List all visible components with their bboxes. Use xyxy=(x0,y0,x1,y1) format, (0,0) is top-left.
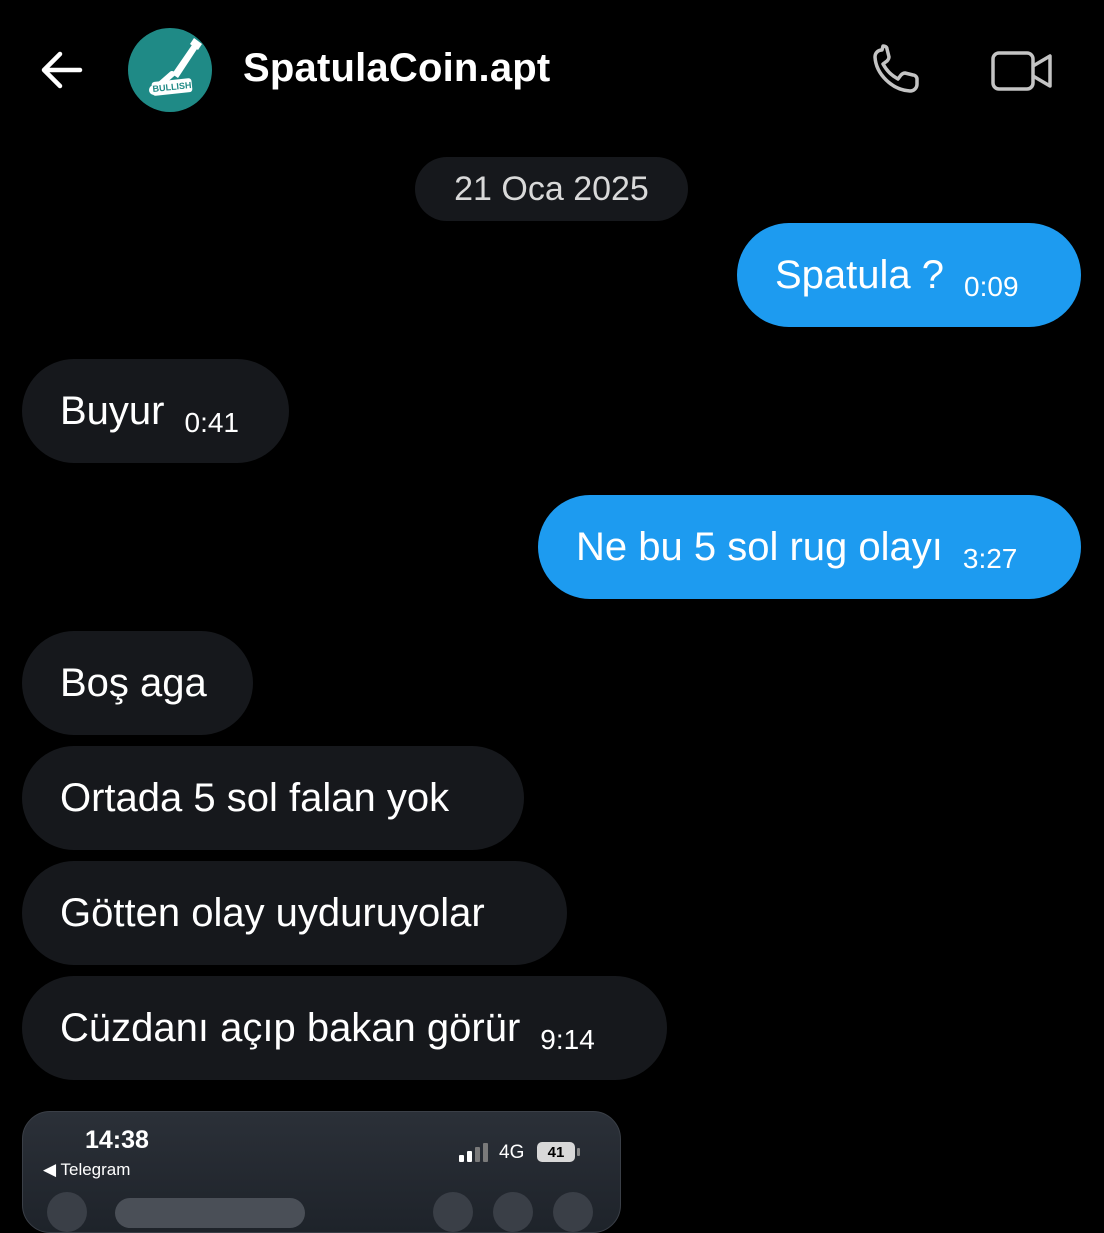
message-text: Buyur xyxy=(60,388,165,433)
back-arrow-icon[interactable] xyxy=(36,46,88,94)
message-text: Ne bu 5 sol rug olayı xyxy=(576,524,943,569)
message-text: Cüzdanı açıp bakan görür xyxy=(60,1005,521,1050)
message-text: Ortada 5 sol falan yok xyxy=(60,775,450,820)
battery-nub xyxy=(577,1148,580,1156)
video-call-icon[interactable] xyxy=(990,48,1054,94)
message-bubble-sent[interactable]: Ne bu 5 sol rug olayı 3:27 xyxy=(538,495,1081,599)
preview-status-time: 14:38 xyxy=(85,1126,149,1154)
preview-title-placeholder xyxy=(115,1198,305,1228)
preview-avatar-placeholder xyxy=(47,1192,87,1232)
message-bubble-received[interactable]: Boş aga xyxy=(22,631,253,735)
message-time: 9:14 xyxy=(540,1024,595,1055)
date-separator: 21 Oca 2025 xyxy=(415,157,688,221)
message-time: 0:09 xyxy=(964,271,1019,302)
phone-call-icon[interactable] xyxy=(870,44,926,96)
preview-action-placeholder xyxy=(493,1192,533,1232)
signal-bars-icon xyxy=(459,1142,491,1167)
chat-title[interactable]: SpatulaCoin.apt xyxy=(243,46,550,91)
message-text: Götten olay uyduruyolar xyxy=(60,890,485,935)
preview-back-app: ◀ Telegram xyxy=(43,1160,131,1179)
preview-network: 4G xyxy=(499,1142,525,1163)
avatar[interactable]: BULLISH xyxy=(128,28,212,112)
chat-header: BULLISH SpatulaCoin.apt xyxy=(0,0,1104,140)
preview-action-placeholder xyxy=(433,1192,473,1232)
battery-level: 41 xyxy=(547,1143,565,1161)
preview-action-placeholder xyxy=(553,1192,593,1232)
message-time: 3:27 xyxy=(962,543,1018,574)
message-bubble-received[interactable]: Buyur 0:41 xyxy=(22,359,289,463)
message-text: Boş aga xyxy=(60,660,207,705)
message-time: 0:41 xyxy=(184,407,240,438)
message-bubble-received[interactable]: Götten olay uyduruyolar xyxy=(22,861,567,965)
message-bubble-received[interactable]: Ortada 5 sol falan yok xyxy=(22,746,524,850)
battery-icon: 41 xyxy=(537,1142,575,1162)
message-text: Spatula ? xyxy=(775,252,945,297)
message-bubble-sent[interactable]: Spatula ? 0:09 xyxy=(737,223,1081,327)
image-attachment[interactable]: 14:38 ◀ Telegram 4G 41 xyxy=(22,1111,621,1233)
message-bubble-received[interactable]: Cüzdanı açıp bakan görür 9:14 xyxy=(22,976,667,1080)
